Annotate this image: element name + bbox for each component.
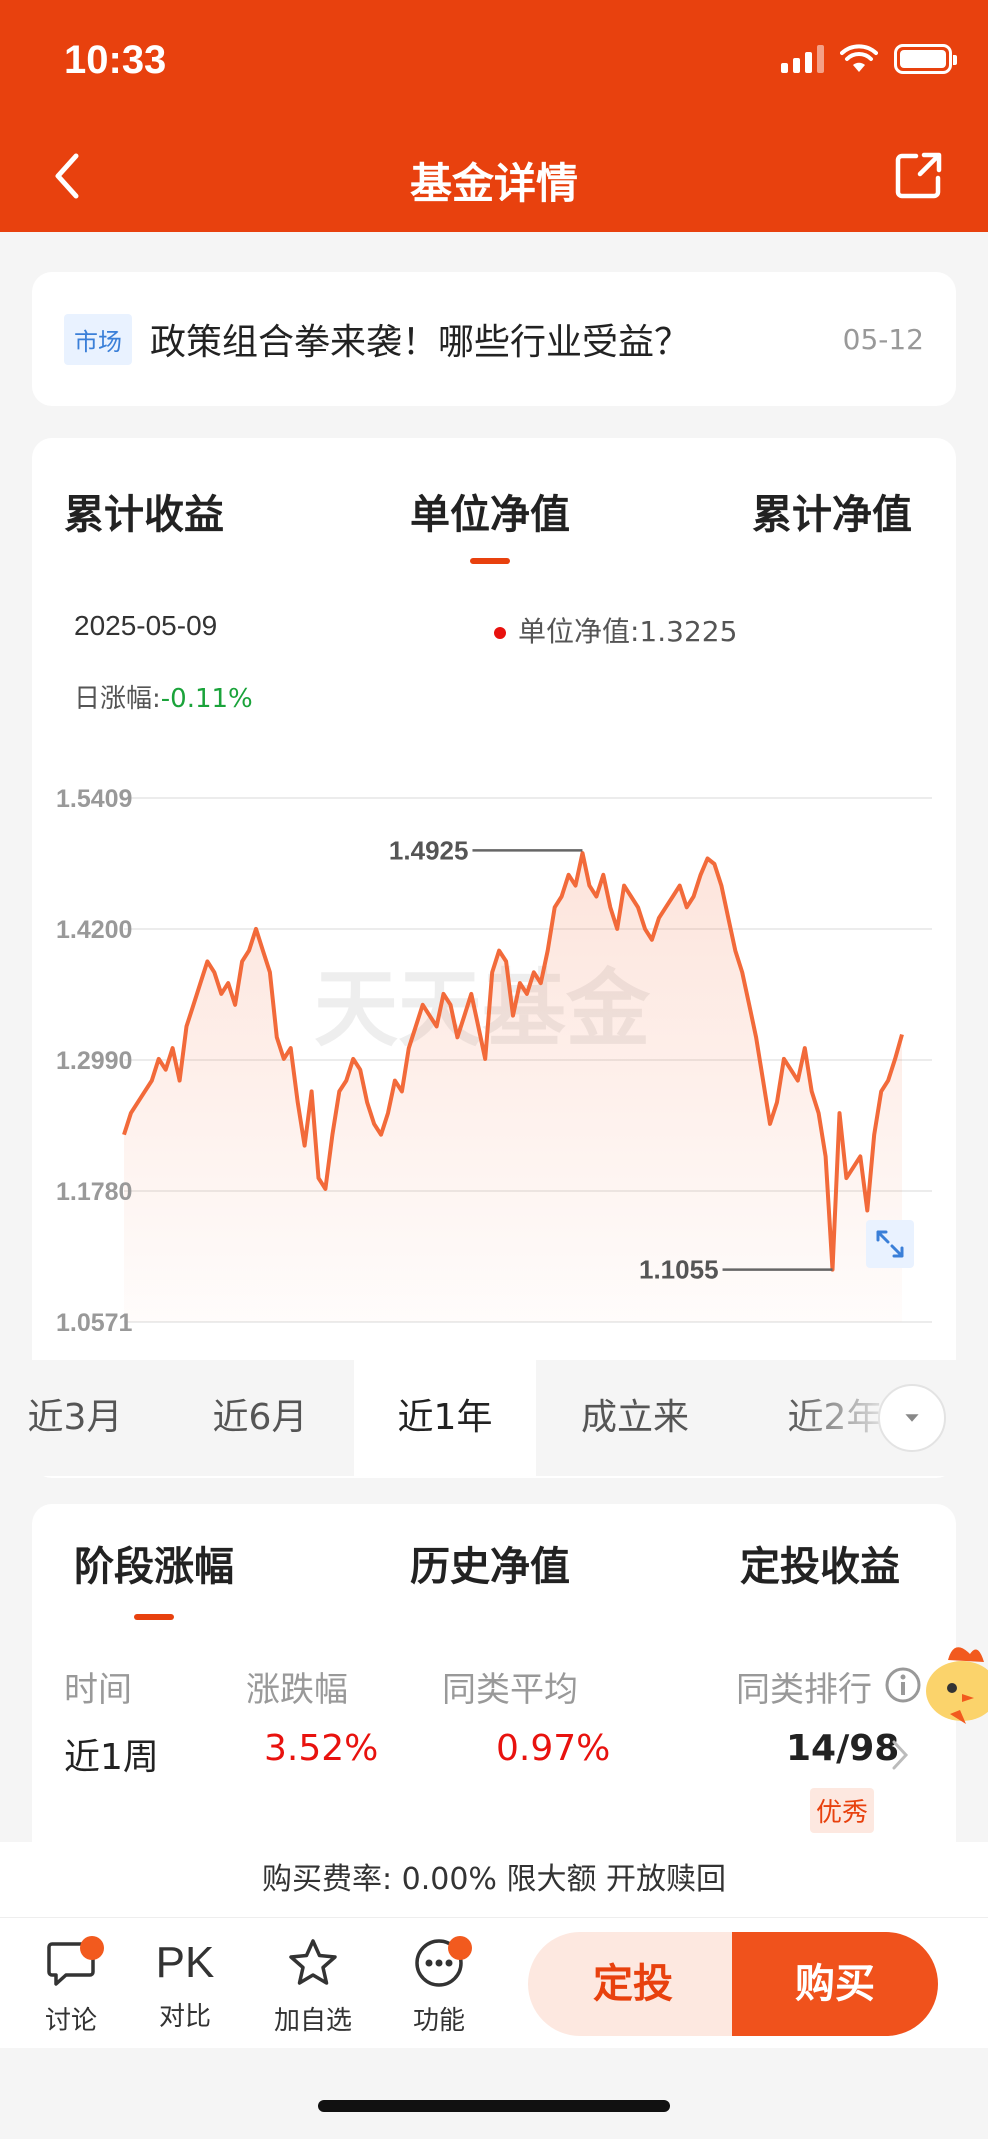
- app-header: 10:33 基金详情: [0, 0, 988, 232]
- tooltip-date: 2025-05-09: [74, 610, 218, 641]
- pk-icon: PK: [155, 1938, 215, 1987]
- y-tick-label: 1.5409: [56, 785, 132, 813]
- star-icon: [289, 1939, 337, 1985]
- compare-button[interactable]: PK 对比: [130, 1936, 240, 2033]
- chart-area-fill: [124, 853, 902, 1322]
- tab-cumulative-nav[interactable]: 累计净值: [752, 482, 912, 540]
- row-peer-avg: 0.97%: [496, 1728, 611, 1769]
- discuss-notification-dot: [80, 1936, 104, 1960]
- stage-performance-card: 阶段涨幅 历史净值 定投收益 时间 涨跌幅 同类平均 同类排行 近1周 3.52…: [32, 1504, 956, 1864]
- y-tick-label: 1.1780: [56, 1178, 132, 1206]
- fullscreen-expand-icon[interactable]: [866, 1220, 914, 1268]
- period-selector: 近3月 近6月 近1年 成立来 近2年: [0, 1360, 988, 1476]
- col-header-change: 涨跌幅: [246, 1670, 348, 1710]
- tab-stage-change[interactable]: 阶段涨幅: [74, 1534, 234, 1620]
- chart-tabs: 累计收益 单位净值 累计净值: [32, 482, 956, 564]
- annotation-label: 1.1055: [639, 1255, 719, 1285]
- tab-cumulative-return[interactable]: 累计收益: [64, 482, 224, 540]
- status-icons: [781, 44, 957, 74]
- tooltip-nav-value: 单位净值:1.3225: [518, 615, 738, 648]
- tab-sip-return[interactable]: 定投收益: [740, 1534, 900, 1592]
- y-tick-label: 1.4200: [56, 916, 132, 944]
- tooltip-daily-change: 日涨幅:-0.11%: [74, 678, 253, 715]
- series-dot: [494, 627, 506, 639]
- col-header-peer-avg: 同类平均: [442, 1670, 578, 1710]
- add-watchlist-button[interactable]: 加自选: [258, 1936, 368, 2037]
- news-date: 05-12: [842, 322, 924, 356]
- nav-chart-card: 累计收益 单位净值 累计净值 2025-05-09 单位净值:1.3225 日涨…: [32, 438, 956, 1478]
- row-period: 近1周: [64, 1737, 159, 1778]
- functions-label: 功能: [412, 2006, 465, 2036]
- col-header-period: 时间: [64, 1670, 132, 1710]
- chevron-right-icon[interactable]: [890, 1738, 910, 1772]
- wifi-icon: [840, 44, 878, 72]
- news-tag: 市场: [64, 313, 132, 365]
- page-title: 基金详情: [409, 159, 578, 208]
- watchlist-label: 加自选: [273, 2006, 352, 2036]
- chevron-down-icon[interactable]: [878, 1384, 946, 1452]
- y-tick-label: 1.2990: [56, 1047, 132, 1075]
- row-change: 3.52%: [264, 1728, 379, 1769]
- discuss-button[interactable]: 讨论: [16, 1936, 126, 2037]
- tooltip-unit-nav: 单位净值:1.3225: [494, 610, 737, 650]
- period-1y[interactable]: 近1年: [354, 1360, 536, 1476]
- mascot-icon[interactable]: [920, 1636, 988, 1726]
- bottom-action-bar: 讨论 PK 对比 加自选 功能 定投 购买: [0, 1918, 988, 2048]
- nav-line-chart[interactable]: 天天基金 1.54091.42001.29901.17801.05712024-…: [32, 738, 956, 1338]
- x-tick-label: 2025-05-09: [799, 1336, 932, 1338]
- info-icon[interactable]: [884, 1666, 922, 1704]
- buy-button[interactable]: 购买: [732, 1932, 938, 2036]
- functions-button[interactable]: 功能: [384, 1936, 494, 2037]
- daily-change-value: -0.11%: [160, 684, 253, 714]
- news-card[interactable]: 市场 政策组合拳来袭！哪些行业受益？ 05-12: [32, 272, 956, 406]
- y-tick-label: 1.0571: [56, 1309, 133, 1337]
- rank-badge: 优秀: [810, 1788, 875, 1833]
- daily-change-label: 日涨幅:: [74, 684, 161, 714]
- news-title[interactable]: 政策组合拳来袭！哪些行业受益？: [150, 313, 843, 365]
- annotation-label: 1.4925: [389, 835, 469, 865]
- period-3m[interactable]: 近3月: [0, 1360, 150, 1476]
- home-indicator-area: [0, 2048, 988, 2139]
- purchase-fee-info: 购买费率: 0.00% 限大额 开放赎回: [0, 1842, 988, 1918]
- compare-label: 对比: [158, 2002, 211, 2032]
- period-6m[interactable]: 近6月: [190, 1360, 330, 1476]
- period-since-inception[interactable]: 成立来: [560, 1360, 710, 1476]
- cellular-signal-icon: [781, 45, 824, 73]
- home-indicator: [318, 2100, 670, 2112]
- tab-unit-nav[interactable]: 单位净值: [410, 482, 570, 564]
- row-peer-rank[interactable]: 14/98: [786, 1728, 899, 1769]
- tab-history-nav[interactable]: 历史净值: [410, 1534, 570, 1592]
- x-tick-label: 2024-05-09: [124, 1336, 257, 1338]
- functions-notification-dot: [448, 1936, 472, 1960]
- sip-button[interactable]: 定投: [528, 1932, 738, 2036]
- discuss-label: 讨论: [44, 2006, 97, 2036]
- battery-icon: [894, 44, 957, 74]
- col-header-peer-rank: 同类排行: [736, 1670, 872, 1710]
- status-time: 10:33: [64, 38, 167, 82]
- share-icon[interactable]: [894, 150, 944, 200]
